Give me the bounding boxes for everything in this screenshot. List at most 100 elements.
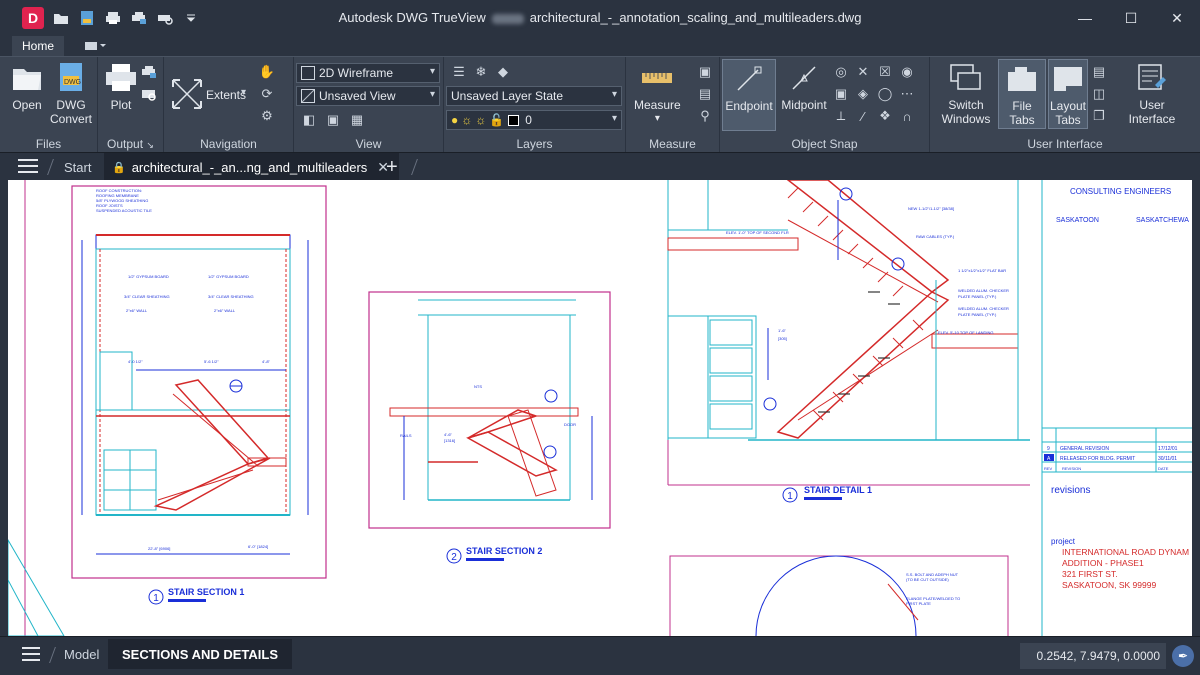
new-tab-icon[interactable]: + [386,156,398,179]
apparent-intersection-icon[interactable]: ☒ [876,63,894,81]
perpendicular-snap-icon[interactable]: ⟂ [832,107,850,125]
intersection-snap-icon[interactable]: ✕ [854,63,872,81]
close-button[interactable]: ✕ [1154,0,1200,36]
layer-freeze-icon[interactable]: ❄ [472,63,490,81]
compass-icon[interactable]: ✒ [1172,645,1194,667]
svg-text:ELEV. 5'-10 TOP OF LANDING: ELEV. 5'-10 TOP OF LANDING [938,330,994,335]
ribbon-minimize-icon[interactable] [82,38,110,54]
tab-start[interactable]: Start [64,160,91,175]
named-view-dropdown[interactable]: Unsaved View ▾ [296,86,440,106]
plot-button[interactable]: Plot [104,61,138,112]
quadrant-snap-icon[interactable]: ◈ [854,85,872,103]
quick-access-dropdown-icon[interactable] [182,9,200,27]
named-views-icon[interactable]: ▦ [348,111,366,129]
orbit-icon[interactable]: ⟳ [258,85,276,103]
switch-windows-button[interactable]: Switch Windows [938,61,994,126]
batch-plot-icon[interactable] [130,9,148,27]
tile-vertical-icon[interactable]: ◫ [1090,85,1108,103]
plot-icon[interactable] [104,9,122,27]
view-label-stair-section-2: 2 STAIR SECTION 2 [446,546,542,564]
app-logo[interactable]: D [22,7,44,29]
extension-snap-icon[interactable]: ⋯ [898,85,916,103]
drawing-canvas[interactable]: ROOF CONSTRUCTION: ROOFING MEMBRANE 5/8"… [8,180,1192,636]
svg-text:WELDED ALUM. CHECKER: WELDED ALUM. CHECKER [958,288,1009,293]
project-line-3: 321 FIRST ST. [1062,569,1118,579]
batch-plot-icon[interactable] [140,63,158,81]
visual-style-dropdown[interactable]: 2D Wireframe ▾ [296,63,440,83]
svg-text:3/4" CLEAR SHEATHING: 3/4" CLEAR SHEATHING [208,294,254,299]
preview-icon[interactable] [156,9,174,27]
hamburger-menu-icon[interactable] [18,159,38,175]
midpoint-button[interactable]: Midpoint [778,61,830,112]
parallel-snap-icon[interactable]: ∕ [854,107,872,125]
drawing-svg: ROOF CONSTRUCTION: ROOFING MEMBRANE 5/8"… [8,180,1192,636]
maximize-button[interactable]: ☐ [1108,0,1154,36]
layout-menu-icon[interactable] [22,647,40,663]
right-frame [1192,180,1200,636]
svg-text:1'-6": 1'-6" [778,328,787,333]
nearest-snap-icon[interactable]: ❖ [876,107,894,125]
view-title: STAIR DETAIL 1 [804,485,872,495]
steering-wheel-icon[interactable]: ⚙ [258,107,276,125]
layer-properties-icon[interactable]: ☰ [450,63,468,81]
svg-text:4'-0 1/2": 4'-0 1/2" [128,359,143,364]
tab-layout-sections[interactable]: SECTIONS AND DETAILS [108,639,293,669]
extents-icon[interactable] [170,77,204,111]
layer-color-swatch [508,114,520,126]
tab-separator [47,159,54,175]
cascade-icon[interactable]: ❐ [1090,107,1108,125]
quick-measure-icon[interactable]: ⚲ [696,107,714,125]
open-button[interactable]: Open [10,61,44,112]
svg-text:1/2" GYPSUM BOARD: 1/2" GYPSUM BOARD [128,274,169,279]
chevron-down-icon: ▾ [654,113,660,124]
dwg-convert-icon[interactable] [78,9,96,27]
tangent-snap-icon[interactable]: ◯ [876,85,894,103]
magnet-snap-icon[interactable]: ∩ [898,107,916,125]
layout-tabs-icon [1051,62,1085,96]
revisions-label: revisions [1051,485,1090,496]
3d-box-icon[interactable]: ▣ [324,111,342,129]
svg-text:PLATE PANEL (TYP.): PLATE PANEL (TYP.) [958,312,997,317]
tab-home[interactable]: Home [12,36,65,56]
tile-horizontal-icon[interactable]: ▤ [1090,63,1108,81]
output-expand-icon[interactable]: ↘ [146,140,154,150]
lower-detail: S.S. BOLT AND ADEPH NUT (TO BE CUT OUTSI… [669,555,1009,636]
rev-header-num: REV [1044,466,1053,471]
chevron-down-icon: ▾ [611,113,617,124]
insert-snap-icon[interactable]: ▣ [832,85,850,103]
coordinates-readout[interactable]: 0.2542, 7.9479, 0.0000 [1020,643,1166,669]
id-point-icon[interactable]: ▣ [696,63,714,81]
tab-active-drawing[interactable]: 🔒 architectural_-_an...ng_and_multileade… [104,153,400,181]
rev-row-1-desc: GENERAL REVISION [1060,446,1109,452]
minimize-button[interactable]: — [1062,0,1108,36]
panel-files-title: Files [35,137,62,151]
list-icon[interactable]: ▤ [696,85,714,103]
tab-separator [49,647,56,663]
measure-button[interactable]: Measure ▾ [634,61,681,126]
ribbon: Open DWG DWG Convert Files Plot Output ↘ [0,56,1200,153]
measure-label: Measure [634,98,681,112]
view-cube-icon[interactable]: ◧ [300,111,318,129]
panel-output-title: Output ↘ [98,137,163,151]
svg-text:4'-6": 4'-6" [444,432,453,437]
tab-model[interactable]: Model [64,647,99,662]
layer-state-dropdown[interactable]: Unsaved Layer State ▾ [446,86,622,106]
layout-tabs-button[interactable]: Layout Tabs [1048,59,1088,129]
svg-text:NTS: NTS [474,384,482,389]
layout-tabs-label-2: Tabs [1055,113,1081,127]
view-title: STAIR SECTION 2 [466,546,542,556]
endpoint-button[interactable]: Endpoint [722,59,776,131]
extents-dropdown[interactable]: Extents ▾ [202,85,250,105]
file-tabs-button[interactable]: File Tabs [998,59,1046,129]
layer-match-icon[interactable]: ◆ [494,63,512,81]
dwg-convert-button[interactable]: DWG DWG Convert [50,61,92,126]
node-snap-icon[interactable]: ◉ [898,63,916,81]
stair-detail-1: NEW 1-1/2"/1-1/2" [38/38] RAW CABLES (TY… [667,180,1030,441]
user-interface-button[interactable]: User Interface [1124,61,1180,126]
pan-hand-icon[interactable]: ✋ [258,63,276,81]
open-folder-icon[interactable] [52,9,70,27]
center-snap-icon[interactable]: ◎ [832,63,850,81]
panel-user-interface: Switch Windows File Tabs Layout Tabs ▤ ◫… [930,57,1200,153]
plot-preview-icon[interactable] [140,85,158,103]
layer-dropdown[interactable]: ● ☼ ☼ 🔓 0 ▾ [446,110,622,130]
